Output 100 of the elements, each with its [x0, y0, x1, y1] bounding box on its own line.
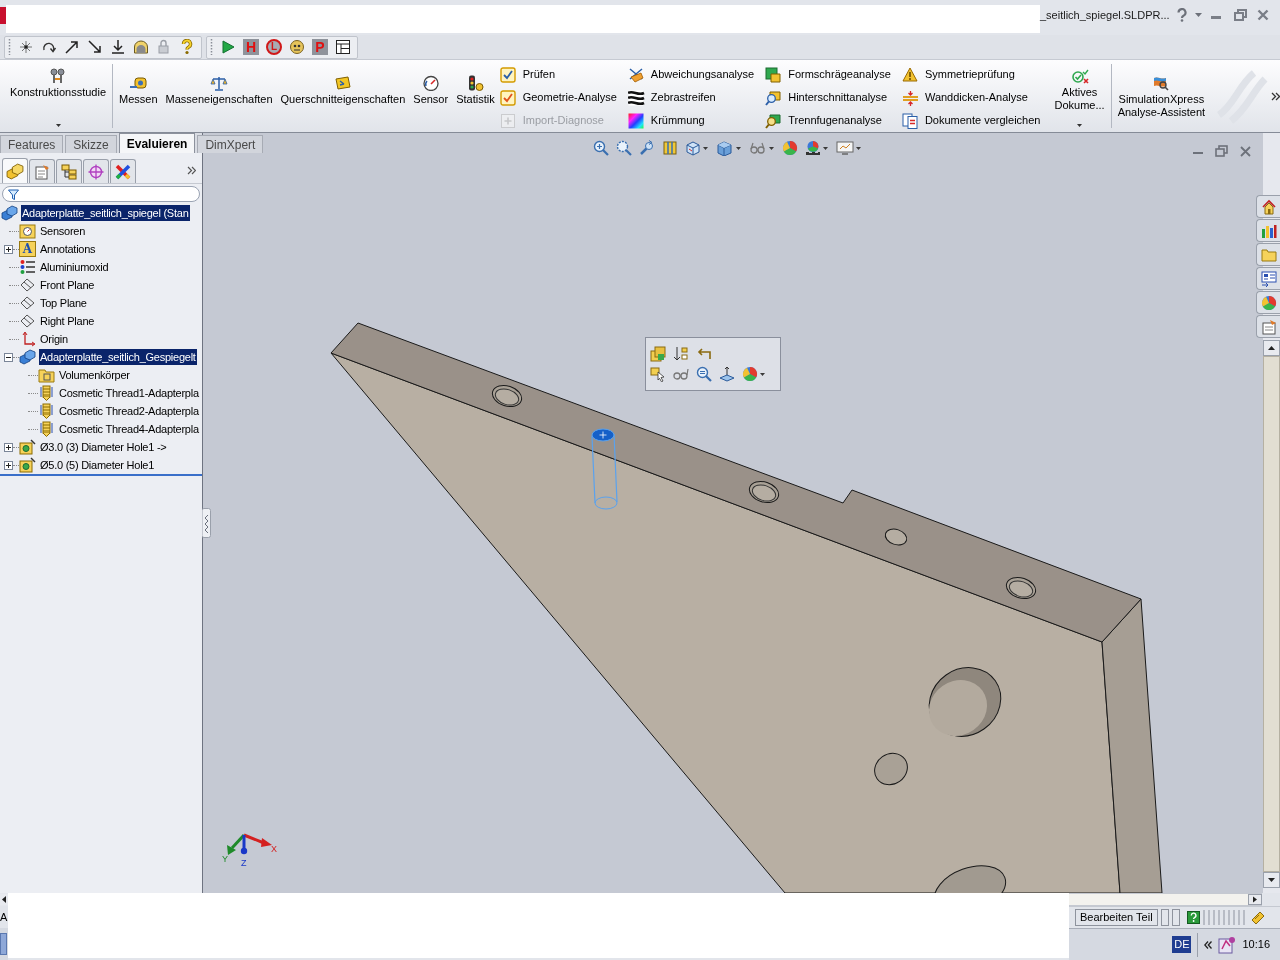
- striped-box-icon[interactable]: [662, 140, 678, 156]
- task-pane-tab[interactable]: [1256, 219, 1280, 242]
- language-indicator[interactable]: DE: [1172, 936, 1192, 953]
- display-manager-tab[interactable]: [110, 159, 136, 183]
- dimxpert-manager-tab[interactable]: [83, 159, 109, 183]
- monitor-icon[interactable]: [836, 140, 862, 156]
- undercut-analysis-button[interactable]: Hinterschnittanalyse: [765, 86, 891, 109]
- tree-item[interactable]: Front Plane: [39, 277, 96, 293]
- close-icon[interactable]: [1240, 145, 1251, 157]
- tree-item[interactable]: Sensoren: [39, 223, 87, 239]
- shaded-cube-icon[interactable]: [716, 140, 742, 156]
- tab[interactable]: Evaluieren: [118, 133, 196, 153]
- parting-line-analysis-button[interactable]: Trennfugenanalyse: [765, 109, 891, 132]
- zoom-in-icon[interactable]: [593, 140, 609, 156]
- deviation-analysis-button[interactable]: Abweichungsanalyse: [627, 63, 755, 86]
- play-icon[interactable]: [220, 39, 236, 55]
- stacked-boxes-icon[interactable]: [650, 346, 666, 362]
- face-icon[interactable]: [289, 39, 305, 55]
- dashed-magnifier-icon[interactable]: [616, 140, 632, 156]
- zoom-icon[interactable]: [696, 366, 712, 382]
- chevrons-right-icon[interactable]: [1271, 91, 1280, 101]
- wireframe-cube-icon[interactable]: [685, 140, 709, 156]
- window-layout-icon[interactable]: [335, 39, 351, 55]
- measure-button[interactable]: Messen: [115, 60, 162, 132]
- caret-icon[interactable]: [1194, 13, 1202, 17]
- thickness-analysis-button[interactable]: Wanddicken-Analyse: [901, 86, 1041, 109]
- diagonal-arrow-icon[interactable]: [87, 39, 103, 55]
- tree-item[interactable]: Annotations: [39, 241, 97, 257]
- sensor-button[interactable]: Sensor: [409, 60, 453, 132]
- collapse-icon[interactable]: [4, 352, 13, 362]
- active-document-button[interactable]: Aktives Dokume...: [1050, 60, 1109, 132]
- task-pane-tab[interactable]: [1256, 195, 1280, 218]
- tree-item[interactable]: Origin: [39, 331, 69, 347]
- horizontal-scrollbar[interactable]: [1069, 893, 1262, 906]
- expand-icon[interactable]: [4, 460, 13, 470]
- tree-item[interactable]: Adapterplatte_seitlich_spiegel (Stan: [21, 205, 190, 221]
- tree-item[interactable]: Ø5.0 (5) Diameter Hole1: [39, 457, 156, 473]
- symmetry-check-button[interactable]: Symmetrieprüfung: [901, 63, 1041, 86]
- arrow-boxes-icon[interactable]: [673, 346, 689, 362]
- simulation-wizard-button[interactable]: SimulationXpress Analyse-Assistent: [1113, 60, 1210, 132]
- expand-icon[interactable]: [4, 244, 13, 254]
- tray-app-icon[interactable]: [1218, 935, 1237, 954]
- feature-manager-tab[interactable]: [2, 158, 28, 183]
- tree-item[interactable]: Aluminiumoxid: [39, 259, 110, 275]
- return-arrow-icon[interactable]: [696, 346, 712, 362]
- filter-field[interactable]: [2, 186, 200, 202]
- tab[interactable]: Skizze: [65, 135, 117, 153]
- color-sphere-icon[interactable]: [782, 140, 798, 156]
- down-arrow-icon[interactable]: [110, 39, 126, 55]
- draft-analysis-button[interactable]: Formschrägeanalyse: [765, 63, 891, 86]
- chevrons-left-icon[interactable]: [1204, 940, 1213, 949]
- mass-properties-button[interactable]: Masseneigenschaften: [161, 60, 277, 132]
- tree-item[interactable]: Cosmetic Thread4-Adapterpla: [58, 421, 200, 437]
- panel-collapse-handle[interactable]: [202, 508, 211, 538]
- expand-icon[interactable]: [4, 442, 13, 452]
- zebra-stripes-button[interactable]: Zebrastreifen: [627, 86, 755, 109]
- geometry-analysis-button[interactable]: Geometrie-Analyse: [499, 86, 617, 109]
- close-icon[interactable]: [1256, 9, 1269, 21]
- tree-item[interactable]: Right Plane: [39, 313, 96, 329]
- tree-item[interactable]: Cosmetic Thread2-Adapterpla: [58, 403, 200, 419]
- scroll-left-button[interactable]: [0, 893, 8, 906]
- scroll-down-button[interactable]: [1263, 872, 1280, 888]
- tree-item[interactable]: Top Plane: [39, 295, 88, 311]
- scroll-right-button[interactable]: [1248, 894, 1262, 905]
- section-properties-button[interactable]: Querschnitteigenschaften: [276, 60, 410, 132]
- tree-item[interactable]: Volumenkörper: [58, 367, 131, 383]
- point-star-icon[interactable]: [18, 39, 34, 55]
- glasses-icon[interactable]: [749, 140, 775, 156]
- tab[interactable]: Features: [0, 135, 64, 153]
- configuration-manager-tab[interactable]: [56, 159, 82, 183]
- cursor-box-icon[interactable]: [650, 366, 666, 382]
- tree-item[interactable]: Adapterplatte_seitlich_Gespiegelt: [39, 349, 197, 365]
- magnifier-arrow-icon[interactable]: [639, 140, 655, 156]
- tab[interactable]: DimXpert: [197, 135, 264, 153]
- design-study-button[interactable]: Konstruktionsstudie: [6, 60, 110, 132]
- tree-item[interactable]: Cosmetic Thread1-Adapterpla: [58, 385, 200, 401]
- diagonal-arrow-icon[interactable]: [64, 39, 80, 55]
- dome-icon[interactable]: [133, 39, 149, 55]
- statistics-button[interactable]: Statistik: [452, 60, 499, 132]
- help-icon[interactable]: [1186, 911, 1200, 924]
- thickness-arrows-icon: [901, 89, 919, 106]
- curvature-button[interactable]: Krümmung: [627, 109, 755, 132]
- ruler-icon[interactable]: [1249, 910, 1265, 925]
- scroll-up-button[interactable]: [1263, 340, 1280, 356]
- color-sphere-icon[interactable]: [742, 366, 766, 382]
- help-icon[interactable]: [179, 39, 195, 55]
- toolbar-grip[interactable]: [210, 38, 213, 56]
- arrow-on-plane-icon[interactable]: [719, 366, 735, 382]
- restore-icon[interactable]: [1233, 9, 1247, 21]
- tree-item[interactable]: Ø3.0 (3) Diameter Hole1 ->: [39, 439, 168, 455]
- toolbar-grip[interactable]: [8, 38, 11, 56]
- sphere-checker-icon[interactable]: [805, 140, 829, 156]
- check-button[interactable]: Prüfen: [499, 63, 617, 86]
- restore-icon[interactable]: [1215, 145, 1228, 157]
- task-pane-tab[interactable]: [1256, 267, 1280, 290]
- compare-documents-button[interactable]: Dokumente vergleichen: [901, 109, 1041, 132]
- status-bar-pane: [1171, 909, 1180, 926]
- help-icon[interactable]: [1175, 8, 1188, 22]
- chevrons-right-icon[interactable]: [187, 166, 196, 175]
- property-manager-tab[interactable]: [29, 159, 55, 183]
